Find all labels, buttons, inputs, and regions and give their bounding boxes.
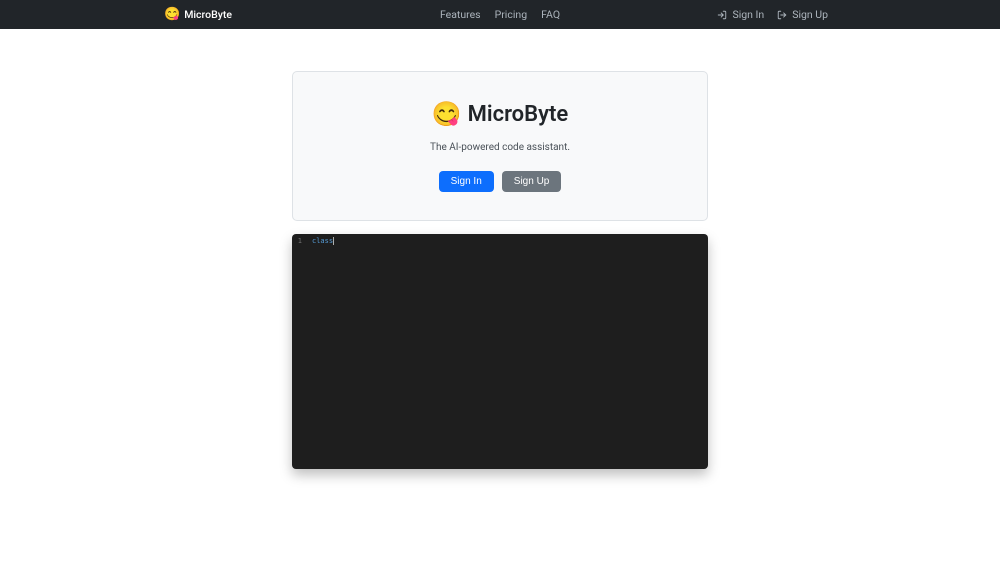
nav-right: Sign In Sign Up <box>717 8 828 21</box>
signin-label: Sign In <box>732 8 764 21</box>
hero-emoji: 😋 <box>432 100 462 128</box>
main-container: 😋 MicroByte The AI-powered code assistan… <box>292 71 708 469</box>
hero-buttons: Sign In Sign Up <box>313 171 687 192</box>
line-number: 1 <box>292 237 302 245</box>
hero-card: 😋 MicroByte The AI-powered code assistan… <box>292 71 708 221</box>
brand-name: MicroByte <box>184 8 232 21</box>
editor-content: class <box>312 237 334 245</box>
editor-cursor <box>333 237 334 245</box>
hero-title-text: MicroByte <box>468 102 569 127</box>
editor-gutter: 1 <box>292 234 306 245</box>
nav-pricing[interactable]: Pricing <box>495 8 527 21</box>
hero-signup-button[interactable]: Sign Up <box>502 171 562 192</box>
brand-link[interactable]: 😋 MicroByte <box>164 7 232 22</box>
signup-icon <box>777 10 787 20</box>
signin-icon <box>717 10 727 20</box>
signup-link[interactable]: Sign Up <box>777 8 828 21</box>
hero-subtitle: The AI-powered code assistant. <box>313 142 687 153</box>
hero-title: 😋 MicroByte <box>313 100 687 128</box>
hero-signin-button[interactable]: Sign In <box>439 171 494 192</box>
nav-center: Features Pricing FAQ <box>440 8 560 21</box>
signin-link[interactable]: Sign In <box>717 8 764 21</box>
code-editor[interactable]: 1 class <box>292 234 708 469</box>
brand-emoji: 😋 <box>164 7 180 22</box>
nav-features[interactable]: Features <box>440 8 481 21</box>
signup-label: Sign Up <box>792 8 828 21</box>
nav-faq[interactable]: FAQ <box>541 8 560 21</box>
code-keyword: class <box>312 237 333 245</box>
navbar: 😋 MicroByte Features Pricing FAQ Sign In <box>0 0 1000 29</box>
